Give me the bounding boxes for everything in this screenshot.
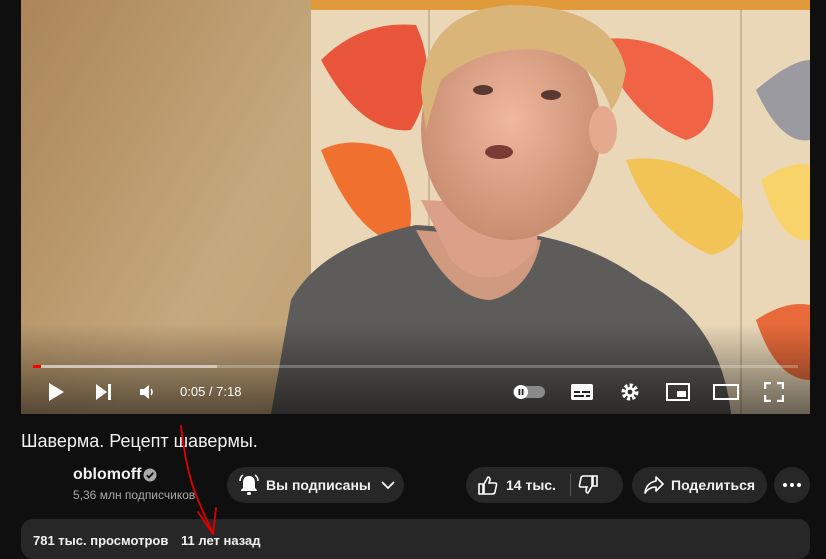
thumbs-up-icon <box>478 476 498 495</box>
subtitles-icon <box>571 384 593 400</box>
fullscreen-button[interactable] <box>754 372 794 412</box>
bell-icon <box>239 474 259 495</box>
played-fill <box>33 365 42 368</box>
player-controls: 0:05 / 7:18 <box>21 372 810 412</box>
like-dislike-group: 14 тыс. <box>466 467 623 503</box>
theater-button[interactable] <box>706 372 746 412</box>
share-button[interactable]: Поделиться <box>632 467 767 503</box>
share-label: Поделиться <box>671 477 756 493</box>
play-button[interactable] <box>36 372 76 412</box>
upload-age: 11 лет назад <box>181 533 261 548</box>
channel-name[interactable]: oblomoff <box>73 466 141 484</box>
time-display: 0:05 / 7:18 <box>180 384 242 399</box>
autoplay-toggle[interactable] <box>509 372 549 412</box>
subscribed-label: Вы подписаны <box>266 477 371 493</box>
like-button[interactable]: 14 тыс. <box>466 467 556 503</box>
settings-button[interactable] <box>610 372 650 412</box>
more-icon <box>783 483 801 487</box>
more-actions-button[interactable] <box>774 467 810 503</box>
video-title: Шаверма. Рецепт шавермы. <box>21 431 258 451</box>
next-icon <box>96 384 111 400</box>
theater-icon <box>713 384 739 400</box>
autoplay-toggle-icon <box>513 385 545 399</box>
fullscreen-icon <box>764 382 784 402</box>
share-icon <box>644 476 664 494</box>
settings-icon <box>621 383 639 401</box>
description-box[interactable]: 781 тыс. просмотров 11 лет назад <box>21 519 810 559</box>
next-button[interactable] <box>83 372 123 412</box>
verified-icon <box>143 468 157 482</box>
view-count: 781 тыс. просмотров <box>33 533 169 548</box>
buffered-fill <box>33 365 217 368</box>
miniplayer-button[interactable] <box>658 372 698 412</box>
subscribed-button[interactable]: Вы подписаны <box>227 467 404 503</box>
progress-bar[interactable] <box>33 365 798 368</box>
miniplayer-icon <box>666 383 690 401</box>
like-divider <box>570 474 571 496</box>
video-player[interactable]: 0:05 / 7:18 <box>21 0 810 414</box>
play-icon <box>49 383 64 401</box>
like-count: 14 тыс. <box>506 477 556 493</box>
dislike-button[interactable] <box>578 467 598 503</box>
thumbs-down-icon <box>578 475 598 494</box>
chevron-down-icon <box>381 480 395 489</box>
subscriber-count: 5,36 млн подписчиков <box>73 488 196 502</box>
subtitles-button[interactable] <box>562 372 602 412</box>
volume-button[interactable] <box>128 372 168 412</box>
volume-icon <box>140 385 153 399</box>
channel-avatar[interactable] <box>21 466 61 506</box>
